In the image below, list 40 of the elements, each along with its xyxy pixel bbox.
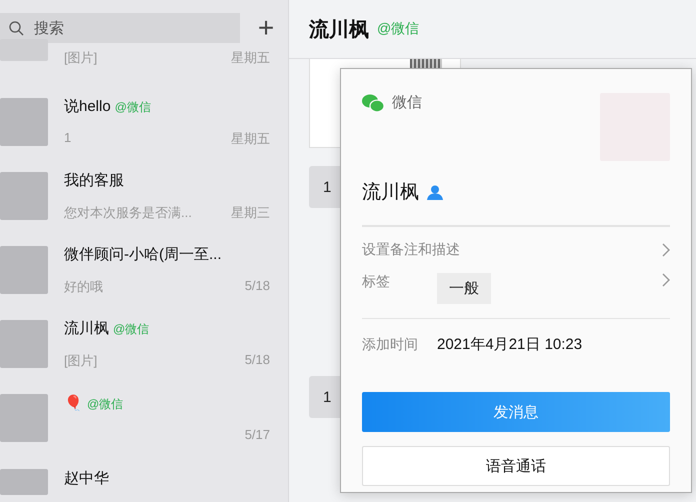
voice-call-button[interactable]: 语音通话 [362, 446, 670, 486]
message-preview: [图片] [64, 49, 98, 67]
field-label: 标签 [362, 273, 391, 291]
message-preview: 好的哦 [64, 278, 103, 296]
message-preview: [图片] [64, 352, 98, 370]
chat-title: 流川枫 [309, 18, 369, 42]
chat-source-tag: @微信 [377, 20, 420, 38]
avatar-photo [0, 469, 48, 495]
chat-time: 星期三 [231, 204, 270, 222]
field-label: 添加时间 [362, 336, 419, 354]
avatar-photo [0, 320, 48, 368]
avatar-photo [0, 172, 48, 220]
label-tag[interactable]: 一般 [437, 273, 491, 304]
chat-time: 5/18 [244, 278, 270, 294]
chevron-right-icon [662, 243, 670, 257]
avatar-photo [0, 394, 48, 442]
chat-name: 流川枫 [64, 318, 109, 338]
chevron-right-icon [662, 273, 670, 287]
chat-name: 🎈 [64, 394, 83, 412]
chat-source-tag: @微信 [87, 396, 124, 413]
chat-name: 赵中华 [64, 469, 109, 488]
chat-time: 星期五 [231, 49, 270, 67]
message-preview: 您对本次服务是否满... [64, 204, 192, 222]
message-preview: 1 [64, 130, 72, 146]
person-icon [427, 184, 443, 200]
chat-time: 星期五 [231, 130, 270, 148]
chat-bubbles-icon [362, 94, 384, 112]
chat-name: 说hello [64, 96, 111, 116]
chat-source-tag: @微信 [114, 98, 151, 116]
chat-time: 5/18 [244, 352, 270, 368]
chat-name: 微伴顾问-小哈(周一至... [64, 244, 222, 264]
chat-time: 5/17 [244, 427, 270, 442]
chat-source-tag: @微信 [113, 320, 150, 338]
source-label: 微信 [392, 93, 422, 112]
avatar-photo [0, 246, 48, 294]
search-icon [9, 20, 24, 36]
chat-name: 我的客服 [64, 170, 124, 190]
avatar-photo [0, 98, 48, 146]
field-value: 2021年4月21日 10:23 [437, 335, 582, 354]
add-button[interactable]: + [254, 16, 278, 40]
